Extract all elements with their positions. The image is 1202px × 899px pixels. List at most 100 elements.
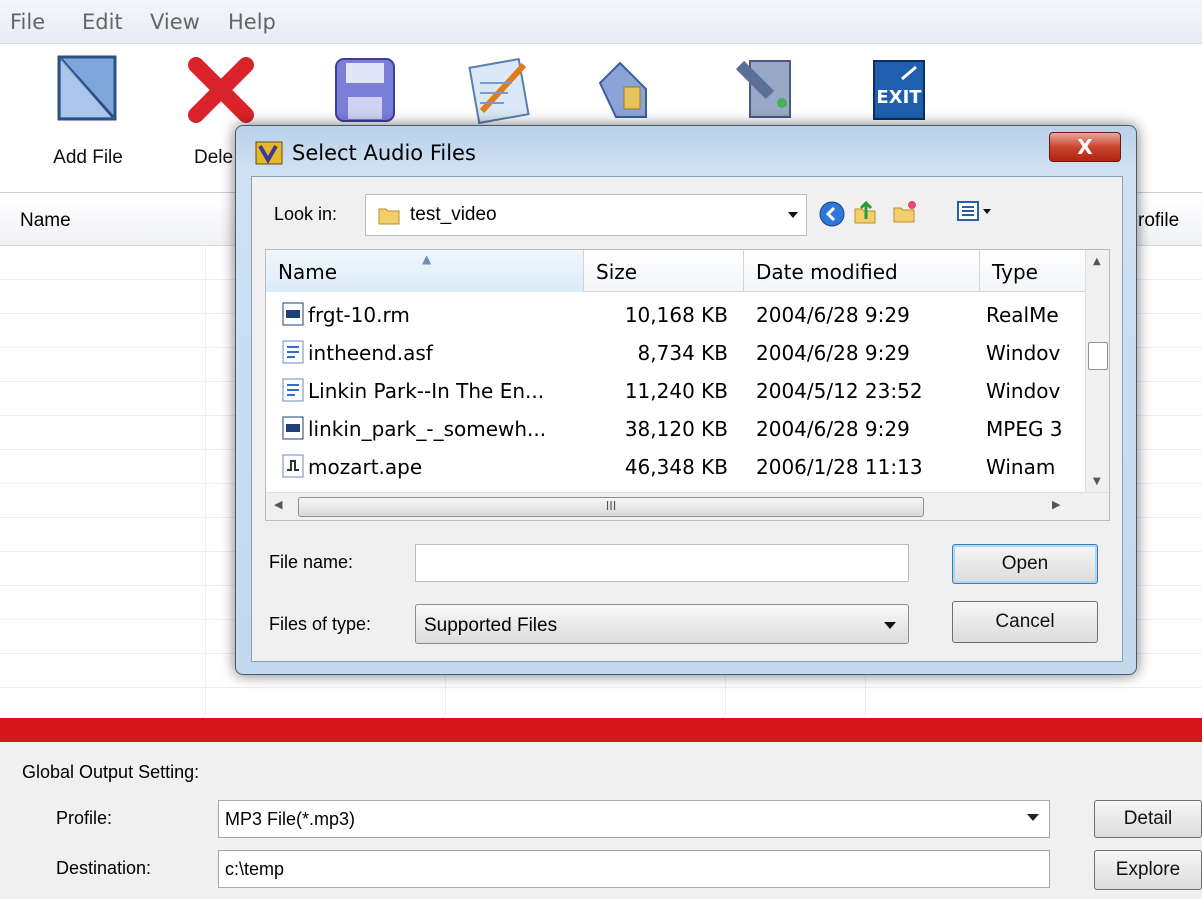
- file-row[interactable]: mozart.ape 46,348 KB 2006/1/28 11:13 Win…: [266, 448, 1086, 486]
- file-date: 2004/5/12 23:52: [756, 379, 923, 403]
- chevron-down-icon: [884, 622, 896, 629]
- scroll-up-icon[interactable]: ▲: [1093, 256, 1101, 267]
- file-type: Winam: [986, 455, 1056, 479]
- add-file-label: Add File: [53, 147, 123, 168]
- profile-select[interactable]: MP3 File(*.mp3): [218, 800, 1050, 838]
- cancel-button[interactable]: Cancel: [952, 601, 1098, 643]
- save-button[interactable]: [310, 53, 420, 127]
- file-size: 8,734 KB: [637, 341, 728, 365]
- views-menu-icon[interactable]: [956, 199, 996, 225]
- file-name: mozart.ape: [308, 455, 423, 479]
- add-file-icon: [57, 55, 117, 121]
- column-name-label: Name: [278, 260, 338, 284]
- file-date: 2004/6/28 9:29: [756, 341, 910, 365]
- destination-input[interactable]: c:\temp: [218, 850, 1050, 888]
- dialog-title: Select Audio Files: [292, 141, 476, 165]
- tag-icon: [598, 61, 647, 118]
- file-type: MPEG 3: [986, 417, 1063, 441]
- scroll-right-icon[interactable]: ▶: [1052, 498, 1060, 511]
- audio-file-icon: [282, 454, 304, 478]
- file-row[interactable]: frgt-10.rm 10,168 KB 2004/6/28 9:29 Real…: [266, 296, 1086, 334]
- exit-button[interactable]: EXIT: [844, 53, 954, 127]
- open-button[interactable]: Open: [952, 544, 1098, 584]
- menu-view[interactable]: View: [150, 10, 200, 34]
- global-output-label: Global Output Setting:: [22, 762, 200, 782]
- file-type: Windov: [986, 341, 1061, 365]
- new-folder-icon[interactable]: [892, 199, 918, 225]
- options-icon: [735, 60, 791, 118]
- column-header-date[interactable]: Date modified: [744, 250, 980, 292]
- file-list-header: Name ▲ Size Date modified Type: [266, 250, 1086, 292]
- column-name[interactable]: Name: [20, 210, 71, 232]
- file-list-view[interactable]: Name ▲ Size Date modified Type frgt-10.r…: [265, 249, 1110, 521]
- look-in-select[interactable]: test_video: [365, 194, 807, 236]
- up-folder-icon[interactable]: [852, 199, 878, 225]
- edit-button[interactable]: [446, 53, 556, 127]
- file-size: 11,240 KB: [624, 379, 728, 403]
- file-name: frgt-10.rm: [308, 303, 410, 327]
- file-type: Windov: [986, 379, 1061, 403]
- column-header-name[interactable]: Name ▲: [266, 250, 584, 292]
- files-of-type-value: Supported Files: [424, 615, 558, 636]
- file-name: intheend.asf: [308, 341, 433, 365]
- menu-edit[interactable]: Edit: [82, 10, 123, 34]
- look-in-label: Look in:: [274, 204, 338, 224]
- profile-value: MP3 File(*.mp3): [225, 809, 356, 829]
- file-name-label: File name:: [269, 552, 354, 572]
- file-type: RealMe: [986, 303, 1059, 327]
- horizontal-scrollbar[interactable]: ◀ III ▶: [266, 492, 1109, 520]
- file-name: Linkin Park--In The En...: [308, 379, 545, 403]
- add-file-button[interactable]: Add File: [33, 53, 143, 169]
- file-row[interactable]: Linkin Park--In The En... 11,240 KB 2004…: [266, 372, 1086, 410]
- svg-text:EXIT: EXIT: [876, 87, 922, 108]
- vertical-scrollbar[interactable]: ▲ ▼: [1085, 250, 1109, 494]
- destination-label: Destination:: [56, 858, 152, 878]
- file-date: 2004/6/28 9:29: [756, 303, 910, 327]
- app-icon: [255, 141, 283, 165]
- menu-bar: File Edit View Help: [0, 0, 1202, 44]
- scroll-left-icon[interactable]: ◀: [274, 498, 282, 511]
- back-icon[interactable]: [819, 201, 845, 227]
- destination-value: c:\temp: [225, 859, 285, 879]
- files-of-type-select[interactable]: Supported Files: [415, 604, 909, 644]
- chevron-down-icon: [788, 212, 798, 218]
- chevron-down-icon: [1027, 814, 1039, 821]
- file-row[interactable]: linkin_park_-_somewh... 38,120 KB 2004/6…: [266, 410, 1086, 448]
- scroll-thumb[interactable]: [1088, 342, 1108, 370]
- file-date: 2004/6/28 9:29: [756, 417, 910, 441]
- folder-icon: [378, 208, 400, 225]
- options-button[interactable]: [710, 53, 820, 127]
- explore-button[interactable]: Explore: [1094, 850, 1202, 890]
- delete-icon: [188, 57, 254, 123]
- files-of-type-label: Files of type:: [269, 614, 372, 634]
- column-divider: [205, 246, 206, 716]
- exit-icon: EXIT: [873, 60, 925, 120]
- windows-media-file-icon: [282, 340, 304, 364]
- file-row[interactable]: intheend.asf 8,734 KB 2004/6/28 9:29 Win…: [266, 334, 1086, 372]
- tag-button[interactable]: [568, 53, 678, 127]
- realmedia-file-icon: [282, 302, 304, 326]
- look-in-value: test_video: [410, 204, 497, 225]
- scroll-grip: III: [605, 499, 617, 513]
- scroll-down-icon[interactable]: ▼: [1093, 476, 1101, 487]
- mpeg-file-icon: [282, 416, 304, 440]
- select-audio-files-dialog: Select Audio Files X Look in: test_video: [235, 125, 1137, 675]
- file-name-input[interactable]: [415, 544, 909, 582]
- progress-bar: [0, 718, 1202, 742]
- column-profile[interactable]: rofile: [1138, 210, 1179, 232]
- menu-help[interactable]: Help: [228, 10, 276, 34]
- detail-button[interactable]: Detail: [1094, 800, 1202, 838]
- dialog-body: Look in: test_video Name ▲ Size Date mod…: [251, 176, 1123, 662]
- column-header-size[interactable]: Size: [584, 250, 744, 292]
- global-output-panel: Global Output Setting: Profile: MP3 File…: [0, 742, 1202, 899]
- sort-ascending-icon: ▲: [422, 252, 432, 266]
- file-date: 2006/1/28 11:13: [756, 455, 923, 479]
- file-size: 46,348 KB: [624, 455, 728, 479]
- file-size: 10,168 KB: [624, 303, 728, 327]
- file-size: 38,120 KB: [624, 417, 728, 441]
- close-button[interactable]: X: [1049, 132, 1121, 162]
- menu-file[interactable]: File: [10, 10, 45, 34]
- column-header-type[interactable]: Type: [980, 250, 1086, 292]
- scroll-thumb[interactable]: III: [298, 497, 924, 517]
- file-name: linkin_park_-_somewh...: [308, 417, 547, 441]
